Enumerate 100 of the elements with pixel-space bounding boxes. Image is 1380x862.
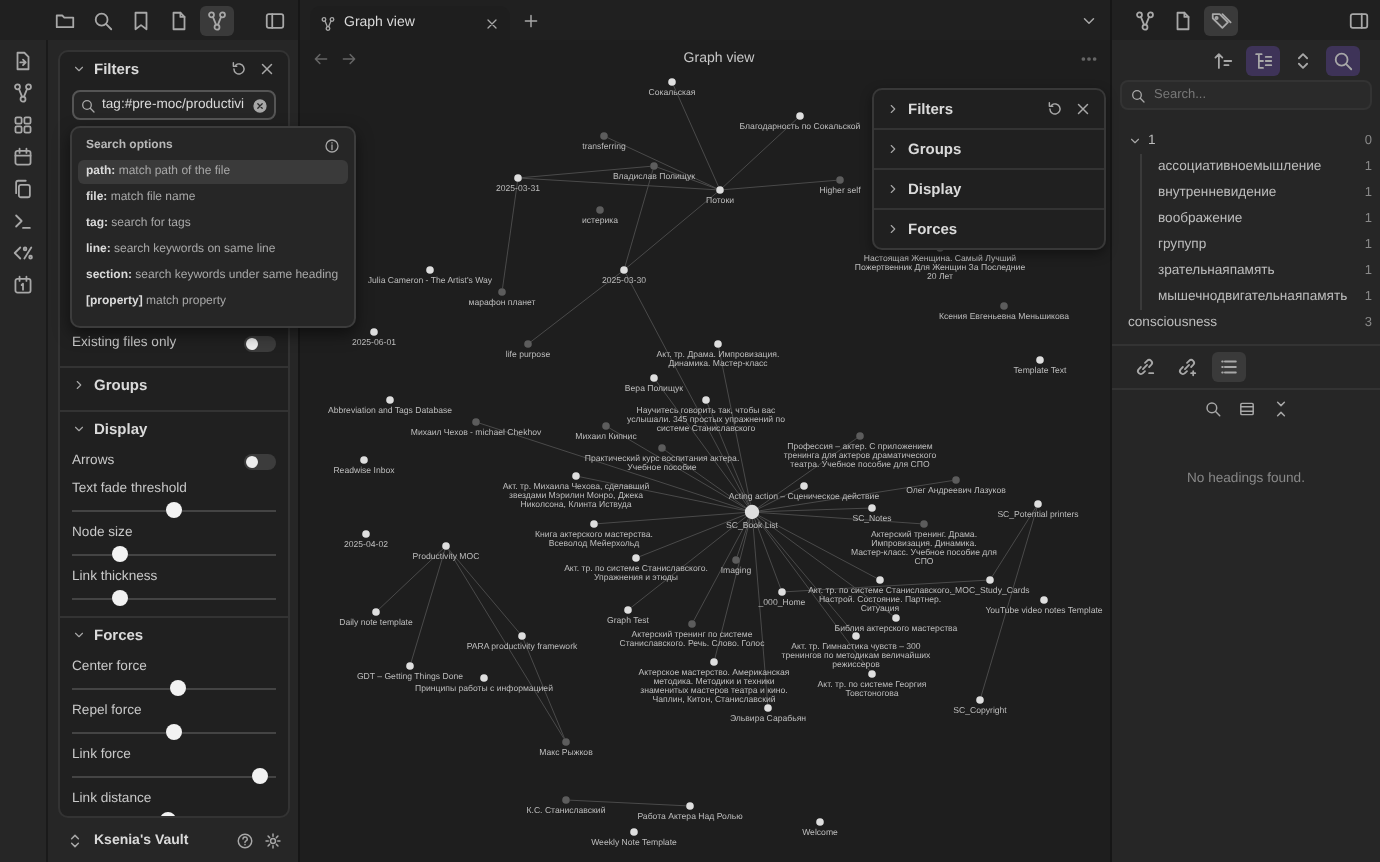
graph-node[interactable] bbox=[920, 520, 928, 528]
graph-node[interactable] bbox=[632, 554, 640, 562]
graph-node[interactable] bbox=[764, 704, 772, 712]
graph-node[interactable] bbox=[630, 828, 638, 836]
chevron-icon[interactable] bbox=[1128, 134, 1142, 148]
graph-node[interactable] bbox=[852, 632, 860, 640]
graph-node[interactable] bbox=[868, 670, 876, 678]
reset-icon[interactable] bbox=[230, 60, 248, 78]
graph-node[interactable] bbox=[406, 662, 414, 670]
calendar-day-icon[interactable] bbox=[12, 274, 34, 296]
new-tab-icon[interactable] bbox=[522, 12, 540, 30]
graph-node[interactable] bbox=[876, 576, 884, 584]
grid-icon[interactable] bbox=[12, 114, 34, 136]
graph-node[interactable] bbox=[836, 176, 844, 184]
toggle-switch[interactable] bbox=[244, 453, 276, 469]
graph-node[interactable] bbox=[732, 556, 740, 564]
back-icon[interactable] bbox=[312, 49, 330, 67]
search-icon[interactable] bbox=[1203, 400, 1221, 418]
graph-node[interactable] bbox=[1040, 596, 1048, 604]
toggle-switch[interactable] bbox=[244, 335, 276, 351]
graph-node[interactable] bbox=[562, 738, 570, 746]
settings-icon[interactable] bbox=[264, 831, 282, 849]
switch-vault-icon[interactable] bbox=[66, 831, 84, 849]
slider-thumb[interactable] bbox=[166, 724, 182, 740]
graph-node[interactable] bbox=[796, 112, 804, 120]
graph-node[interactable] bbox=[650, 374, 658, 382]
graph-node[interactable] bbox=[426, 266, 434, 274]
graph-node[interactable] bbox=[572, 472, 580, 480]
info-icon[interactable] bbox=[324, 138, 340, 154]
graph-node[interactable] bbox=[442, 542, 450, 550]
graph-node[interactable] bbox=[716, 186, 724, 194]
graph-node[interactable] bbox=[650, 162, 658, 170]
calendar-icon[interactable] bbox=[12, 146, 34, 168]
file-icon bbox=[1172, 9, 1194, 31]
graph-node[interactable] bbox=[868, 504, 876, 512]
graph-node[interactable] bbox=[976, 696, 984, 704]
graph-node[interactable] bbox=[800, 482, 808, 490]
graph-tab[interactable] bbox=[200, 5, 234, 35]
graph-node[interactable] bbox=[620, 266, 628, 274]
reset-icon[interactable] bbox=[1046, 100, 1064, 118]
graph-icon[interactable] bbox=[12, 82, 34, 104]
graph-node[interactable] bbox=[714, 340, 722, 348]
slider-thumb[interactable] bbox=[111, 546, 128, 562]
graph-node[interactable] bbox=[360, 456, 368, 464]
forward-icon[interactable] bbox=[340, 49, 358, 67]
close-icon[interactable] bbox=[258, 60, 276, 78]
graph-node[interactable] bbox=[562, 796, 570, 804]
graph-node[interactable] bbox=[710, 658, 718, 666]
outline-tab[interactable] bbox=[1212, 352, 1246, 382]
graph-node[interactable] bbox=[524, 340, 532, 348]
graph-node[interactable] bbox=[596, 206, 604, 214]
graph-node[interactable] bbox=[658, 444, 666, 452]
graph-node[interactable] bbox=[362, 530, 370, 538]
graph-node[interactable] bbox=[1034, 500, 1042, 508]
graph-node[interactable] bbox=[518, 632, 526, 640]
graph-node[interactable] bbox=[688, 620, 696, 628]
graph-node[interactable] bbox=[372, 608, 380, 616]
tab-list-icon[interactable] bbox=[1080, 12, 1098, 30]
graph-node[interactable] bbox=[778, 588, 786, 596]
close-icon[interactable] bbox=[484, 15, 500, 31]
chevron-icon bbox=[72, 422, 86, 436]
template-icon[interactable] bbox=[12, 242, 34, 264]
terminal-icon[interactable] bbox=[12, 210, 34, 232]
clear-icon[interactable] bbox=[252, 97, 268, 113]
graph-node[interactable] bbox=[952, 476, 960, 484]
graph-node[interactable] bbox=[370, 328, 378, 336]
graph-node[interactable] bbox=[744, 504, 760, 520]
close-icon[interactable] bbox=[1074, 100, 1092, 118]
slider-thumb[interactable] bbox=[111, 590, 128, 606]
search-tab[interactable] bbox=[1325, 46, 1359, 76]
graph-node[interactable] bbox=[472, 418, 480, 426]
help-icon[interactable] bbox=[236, 831, 254, 849]
graph-node[interactable] bbox=[686, 802, 694, 810]
graph-node[interactable] bbox=[624, 606, 632, 614]
document-icon[interactable] bbox=[12, 50, 34, 72]
graph-node[interactable] bbox=[386, 396, 394, 404]
graph-node[interactable] bbox=[892, 614, 900, 622]
tags-tab[interactable] bbox=[1204, 5, 1238, 35]
graph-node[interactable] bbox=[498, 288, 506, 296]
graph-node[interactable] bbox=[602, 422, 610, 430]
graph-node[interactable] bbox=[514, 174, 522, 182]
slider-thumb[interactable] bbox=[169, 680, 186, 696]
graph-node[interactable] bbox=[590, 520, 598, 528]
tree-tab[interactable] bbox=[1245, 46, 1279, 76]
sidebar-toggle-icon[interactable] bbox=[1348, 9, 1370, 31]
graph-node[interactable] bbox=[816, 818, 824, 826]
graph-node[interactable] bbox=[480, 674, 488, 682]
window-icon[interactable] bbox=[1237, 400, 1255, 418]
graph-node[interactable] bbox=[668, 78, 676, 86]
graph-node[interactable] bbox=[600, 132, 608, 140]
graph-node[interactable] bbox=[702, 396, 710, 404]
graph-node[interactable] bbox=[986, 576, 994, 584]
slider-thumb[interactable] bbox=[252, 768, 269, 784]
copy-icon[interactable] bbox=[12, 178, 34, 200]
graph-node[interactable] bbox=[1000, 302, 1008, 310]
graph-node[interactable] bbox=[1036, 356, 1044, 364]
collapse-icon[interactable] bbox=[1271, 400, 1289, 418]
graph-node[interactable] bbox=[856, 432, 864, 440]
slider-thumb[interactable] bbox=[166, 502, 182, 518]
sidebar-toggle-icon[interactable] bbox=[264, 9, 286, 31]
